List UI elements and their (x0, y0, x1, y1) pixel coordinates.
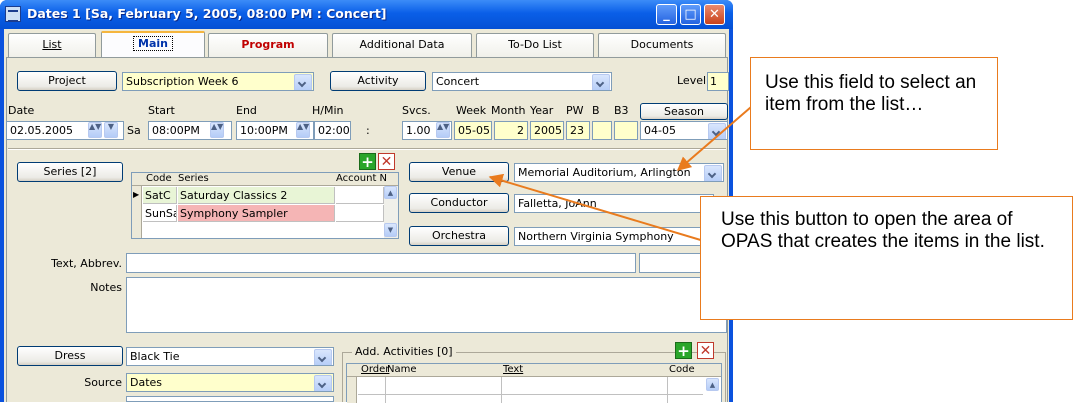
callout-field: Use this field to select an item from th… (750, 57, 998, 150)
arrow-to-button (488, 173, 715, 245)
callout-button: Use this button to open the area of OPAS… (700, 196, 1073, 320)
